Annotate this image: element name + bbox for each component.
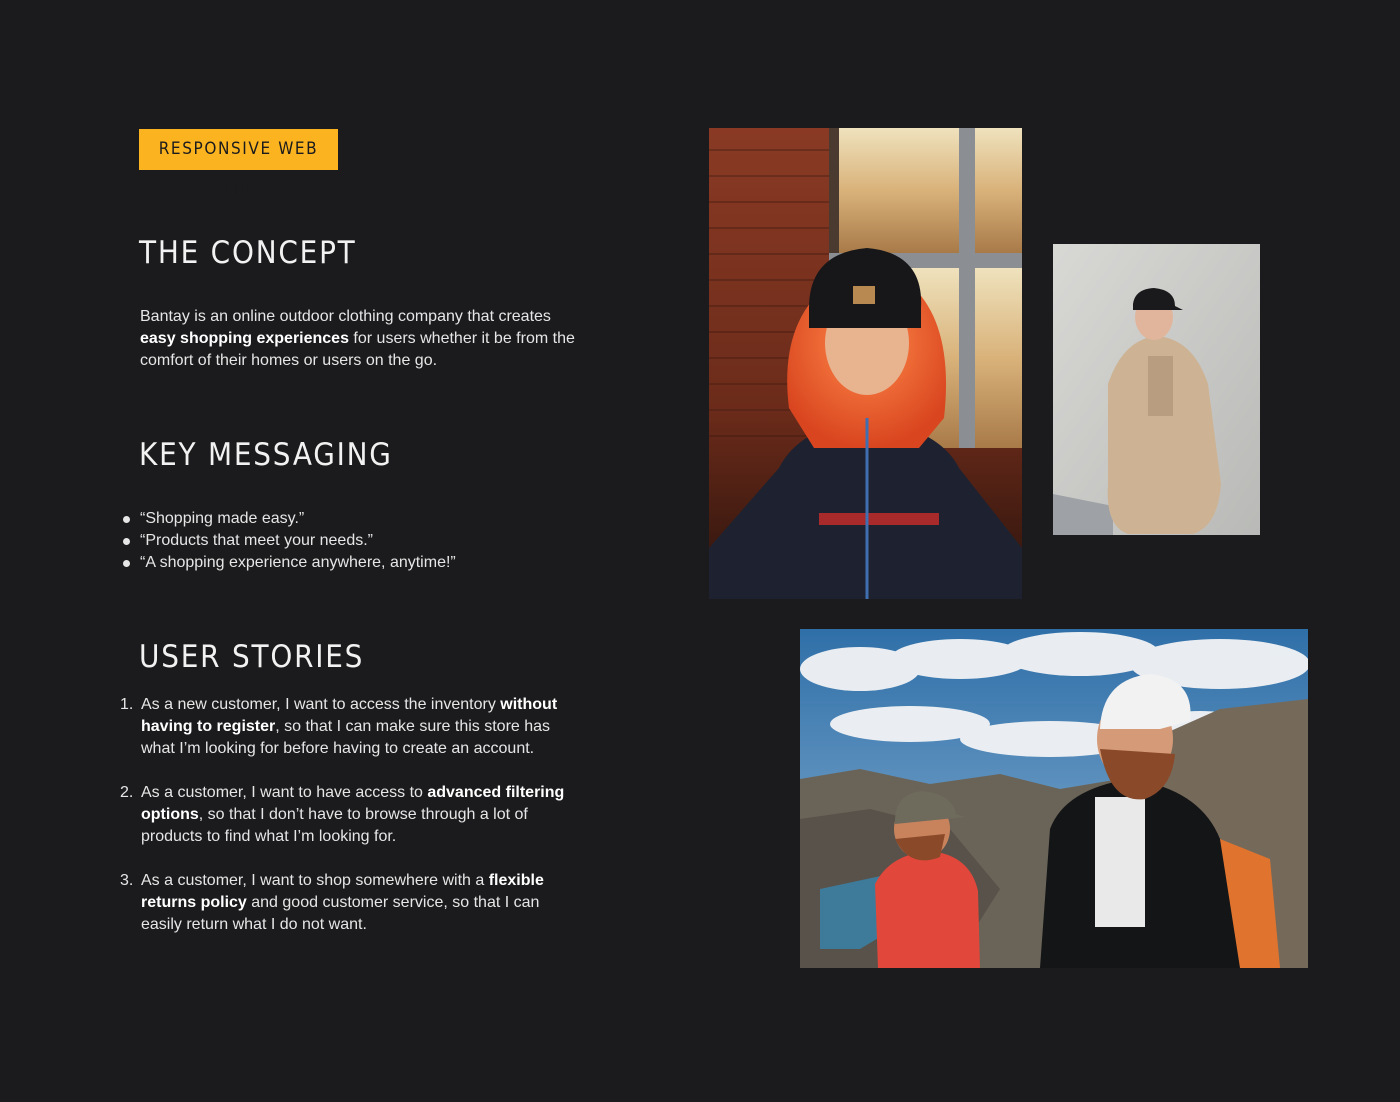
list-item: “Products that meet your needs.” <box>123 530 456 552</box>
bullet-dot-icon <box>123 538 130 545</box>
list-item: “Shopping made easy.” <box>123 508 456 530</box>
key-message-text: “Shopping made easy.” <box>140 510 305 527</box>
tag-badge: RESPONSIVE WEB APP <box>139 129 338 200</box>
photo-man-fleece-image <box>1053 244 1260 535</box>
photo-hikers-mountains <box>800 629 1308 968</box>
story-number: 1. <box>120 696 134 713</box>
concept-text-before: Bantay is an online outdoor clothing com… <box>140 308 551 325</box>
story-text-before: As a customer, I want to have access to <box>141 784 428 801</box>
user-story-1: 1. As a new customer, I want to access th… <box>120 694 571 760</box>
story-text-after: , so that I don’t have to browse through… <box>141 806 528 845</box>
user-stories-heading: USER STORIES <box>139 639 365 675</box>
key-message-text: “Products that meet your needs.” <box>140 532 373 549</box>
list-item: “A shopping experience anywhere, anytime… <box>123 552 456 574</box>
key-messaging-heading: KEY MESSAGING <box>139 437 393 473</box>
story-number: 3. <box>120 872 134 889</box>
story-text-before: As a customer, I want to shop somewhere … <box>141 872 489 889</box>
photo-man-fleece <box>1053 244 1260 535</box>
concept-heading: THE CONCEPT <box>139 235 357 271</box>
key-messaging-list: “Shopping made easy.” “Products that mee… <box>123 508 456 574</box>
user-story-3: 3. As a customer, I want to shop somewher… <box>120 870 571 936</box>
concept-text-bold: easy shopping experiences <box>140 330 349 347</box>
user-story-2: 2. As a customer, I want to have access t… <box>120 782 571 848</box>
story-number: 2. <box>120 784 134 801</box>
key-message-text: “A shopping experience anywhere, anytime… <box>140 554 456 571</box>
photo-woman-beanie-image <box>709 128 1022 599</box>
concept-paragraph: Bantay is an online outdoor clothing com… <box>140 306 580 372</box>
bullet-dot-icon <box>123 560 130 567</box>
bullet-dot-icon <box>123 516 130 523</box>
photo-woman-beanie <box>709 128 1022 599</box>
photo-hikers-mountains-image <box>800 629 1308 968</box>
story-text-before: As a new customer, I want to access the … <box>141 696 501 713</box>
